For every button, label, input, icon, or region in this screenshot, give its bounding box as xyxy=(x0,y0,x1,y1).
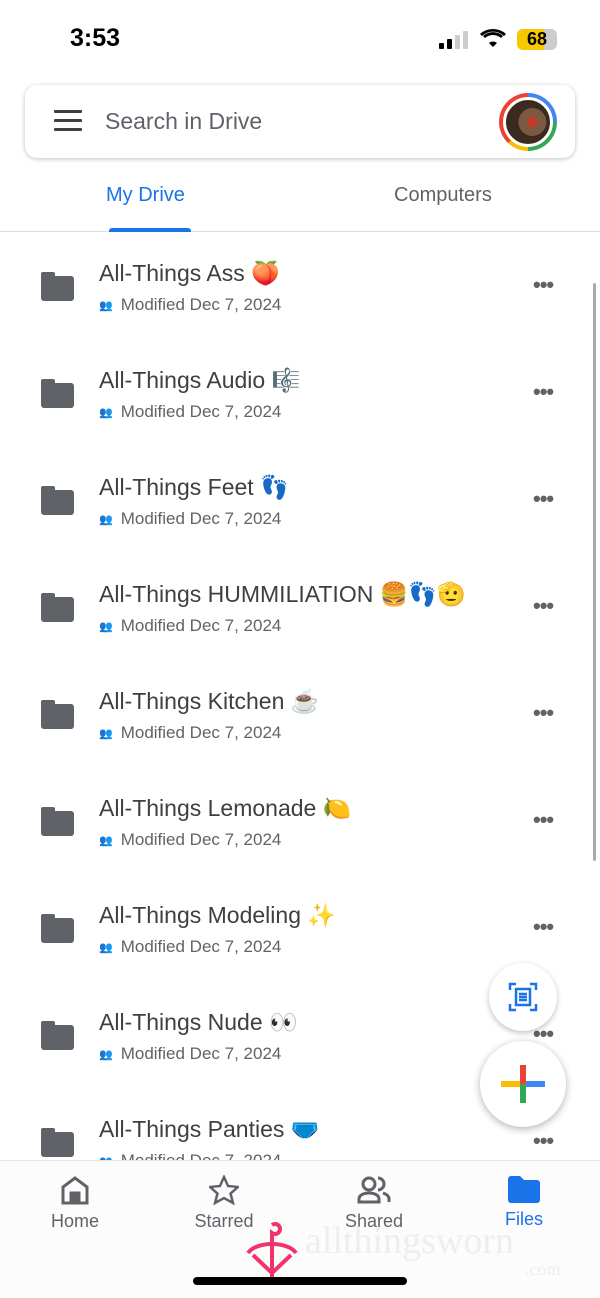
nav-home[interactable]: Home xyxy=(25,1175,125,1232)
file-modified: Modified Dec 7, 2024 xyxy=(120,830,282,849)
file-modified: Modified Dec 7, 2024 xyxy=(120,616,282,635)
file-name: All-Things Nude 👀 xyxy=(99,1009,298,1035)
search-bar[interactable]: Search in Drive xyxy=(25,85,575,158)
folder-icon xyxy=(41,1021,74,1050)
file-modified: Modified Dec 7, 2024 xyxy=(120,402,282,421)
more-options-button[interactable]: ••• xyxy=(533,379,554,405)
shared-icon: 👥 xyxy=(99,513,113,526)
file-name: All-Things Kitchen ☕️ xyxy=(99,688,320,714)
more-options-button[interactable]: ••• xyxy=(533,486,554,512)
file-modified: Modified Dec 7, 2024 xyxy=(120,937,282,956)
shared-icon: 👥 xyxy=(99,1048,113,1061)
more-options-button[interactable]: ••• xyxy=(533,807,554,833)
battery-indicator: 68 xyxy=(517,29,557,50)
home-icon xyxy=(61,1176,89,1205)
file-name: All-Things HUMMILIATION 🍔👣🫡 xyxy=(99,581,466,607)
folder-icon xyxy=(41,593,74,622)
file-row[interactable]: All-Things Audio 🎼 👥 Modified Dec 7, 2024… xyxy=(0,339,600,446)
wifi-icon xyxy=(480,28,506,47)
shared-icon: 👥 xyxy=(99,727,113,740)
folder-icon xyxy=(41,1128,74,1157)
folder-icon xyxy=(41,807,74,836)
file-name: All-Things Ass 🍑 xyxy=(99,260,280,286)
file-row[interactable]: All-Things Lemonade 🍋 👥 Modified Dec 7, 2… xyxy=(0,767,600,874)
file-name: All-Things Panties 🩲 xyxy=(99,1116,320,1142)
tab-bar: My Drive Computers xyxy=(0,170,600,232)
menu-icon[interactable] xyxy=(54,110,82,137)
shared-icon: 👥 xyxy=(99,941,113,954)
plus-icon xyxy=(501,1065,545,1103)
shared-icon: 👥 xyxy=(99,299,113,312)
shared-icon: 👥 xyxy=(99,834,113,847)
folder-icon xyxy=(508,1176,540,1203)
file-name: All-Things Lemonade 🍋 xyxy=(99,795,352,821)
file-modified: Modified Dec 7, 2024 xyxy=(120,295,282,314)
folder-icon xyxy=(41,914,74,943)
svg-text:.com: .com xyxy=(525,1259,561,1279)
file-row[interactable]: All-Things Kitchen ☕️ 👥 Modified Dec 7, 2… xyxy=(0,660,600,767)
file-row[interactable]: All-Things HUMMILIATION 🍔👣🫡 👥 Modified De… xyxy=(0,553,600,660)
file-modified: Modified Dec 7, 2024 xyxy=(120,509,282,528)
star-icon xyxy=(209,1175,239,1205)
signal-icon xyxy=(439,31,468,49)
file-name: All-Things Modeling ✨ xyxy=(99,902,337,928)
more-options-button[interactable]: ••• xyxy=(533,272,554,298)
tab-my-drive[interactable]: My Drive xyxy=(106,184,185,207)
more-options-button[interactable]: ••• xyxy=(533,914,554,940)
folder-icon xyxy=(41,379,74,408)
home-indicator xyxy=(193,1277,407,1285)
scan-button[interactable] xyxy=(489,963,557,1031)
scrollbar[interactable] xyxy=(593,283,596,861)
more-options-button[interactable]: ••• xyxy=(533,1128,554,1154)
file-modified: Modified Dec 7, 2024 xyxy=(120,1044,282,1063)
more-options-button[interactable]: ••• xyxy=(533,593,554,619)
tab-computers[interactable]: Computers xyxy=(394,184,492,207)
folder-icon xyxy=(41,272,74,301)
folder-icon xyxy=(41,700,74,729)
new-button[interactable] xyxy=(480,1041,566,1127)
shared-icon: 👥 xyxy=(99,620,113,633)
nav-home-label: Home xyxy=(50,1211,99,1231)
watermark-logo: allthingsworn .com xyxy=(246,1220,561,1279)
file-name: All-Things Feet 👣 xyxy=(99,474,289,500)
file-row[interactable]: All-Things Ass 🍑 👥 Modified Dec 7, 2024 •… xyxy=(0,232,600,339)
folder-icon xyxy=(41,486,74,515)
status-bar: 3:53 68 xyxy=(0,0,600,80)
search-input[interactable]: Search in Drive xyxy=(105,108,262,135)
file-row[interactable]: All-Things Feet 👣 👥 Modified Dec 7, 2024 … xyxy=(0,446,600,553)
svg-text:allthingsworn: allthingsworn xyxy=(305,1220,514,1262)
file-name: All-Things Audio 🎼 xyxy=(99,367,301,393)
people-icon xyxy=(357,1176,391,1204)
file-modified: Modified Dec 7, 2024 xyxy=(120,723,282,742)
shared-icon: 👥 xyxy=(99,406,113,419)
more-options-button[interactable]: ••• xyxy=(533,700,554,726)
avatar[interactable] xyxy=(499,93,557,151)
clock: 3:53 xyxy=(70,24,121,52)
scan-icon xyxy=(508,982,538,1012)
